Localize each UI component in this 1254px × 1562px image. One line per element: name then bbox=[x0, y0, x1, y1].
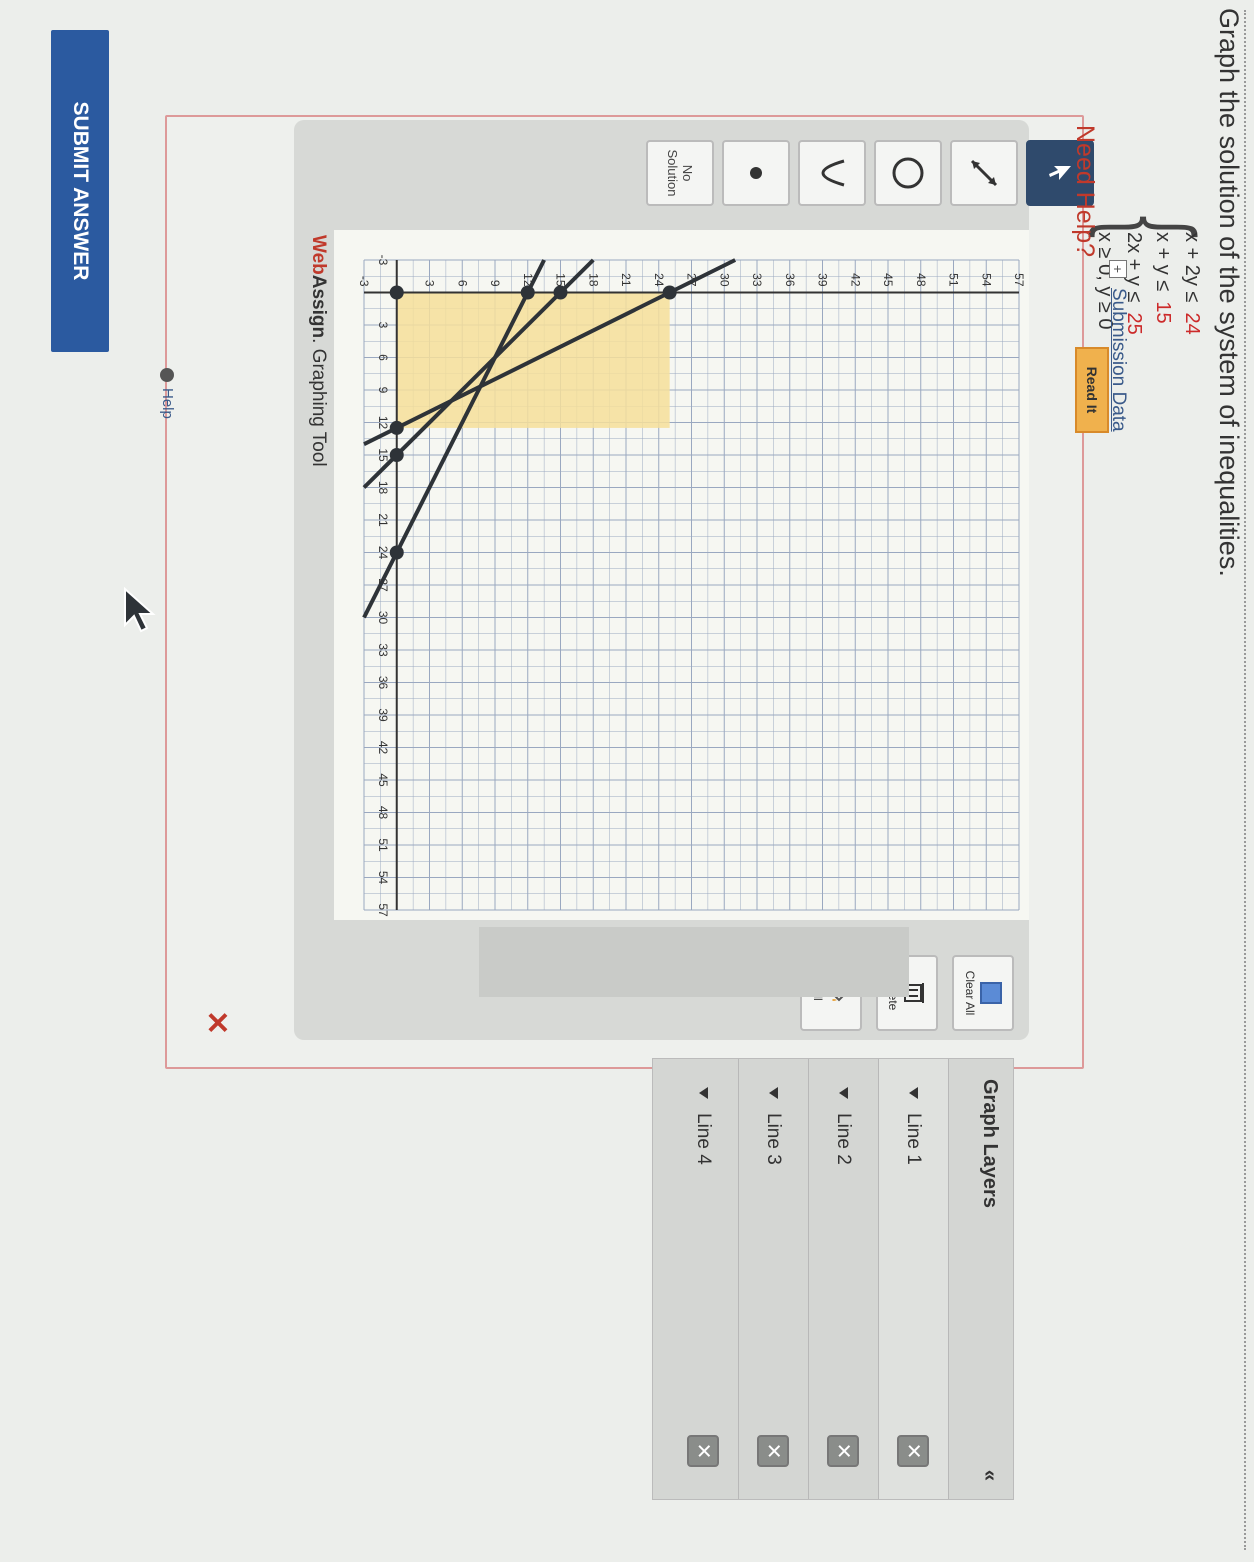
coordinate-graph[interactable]: -336912151821242730333639424548515457-3 3… bbox=[334, 230, 1029, 920]
parabola-tool-button[interactable] bbox=[798, 140, 866, 206]
point-tool-button[interactable] bbox=[722, 140, 790, 206]
y-tick-label: 33 bbox=[750, 273, 764, 287]
plotted-point bbox=[389, 545, 404, 560]
plotted-point bbox=[389, 448, 404, 462]
expand-icon bbox=[769, 1087, 778, 1099]
y-tick-label: 3 bbox=[423, 280, 437, 287]
x-tick-label: 21 bbox=[376, 513, 390, 527]
submission-data-toggle[interactable]: + Submission Data bbox=[1107, 260, 1129, 432]
toolbar-strip bbox=[479, 927, 909, 997]
read-it-button[interactable]: Read It bbox=[1075, 347, 1109, 433]
y-tick-label: 42 bbox=[848, 273, 862, 287]
incorrect-mark-icon: ✕ bbox=[200, 1010, 233, 1036]
page-stage: Graph the solution of the system of ineq… bbox=[0, 0, 1254, 1562]
y-tick-label: 54 bbox=[979, 273, 993, 287]
x-tick-label: 42 bbox=[376, 741, 390, 755]
webassign-brand: WebAssign. Graphing Tool bbox=[308, 235, 329, 467]
help-icon bbox=[160, 368, 175, 382]
y-tick-label: 45 bbox=[881, 273, 895, 287]
x-tick-label: 51 bbox=[376, 838, 390, 852]
inequality-row: x + 2y ≤24 bbox=[1181, 232, 1203, 335]
x-tick-label: 33 bbox=[376, 643, 390, 657]
submit-answer-button[interactable]: SUBMIT ANSWER bbox=[51, 30, 109, 352]
parabola-icon bbox=[821, 159, 845, 187]
y-tick-label: 15 bbox=[554, 273, 568, 287]
y-tick-label: 48 bbox=[914, 273, 928, 287]
remove-layer-button[interactable]: ✕ bbox=[687, 1435, 720, 1467]
x-tick-label: 54 bbox=[376, 871, 390, 885]
y-tick-label: 51 bbox=[947, 273, 961, 287]
expand-plus-icon: + bbox=[1109, 260, 1127, 278]
clear-all-button[interactable]: Clear All bbox=[952, 955, 1014, 1031]
circle-icon bbox=[892, 157, 924, 189]
y-tick-label: 36 bbox=[783, 273, 797, 287]
x-tick-label: 45 bbox=[376, 773, 390, 787]
x-tick-label: 39 bbox=[376, 708, 390, 722]
y-tick-label: 27 bbox=[685, 273, 699, 287]
remove-layer-button[interactable]: ✕ bbox=[757, 1435, 790, 1467]
layer-item[interactable]: Line 3 ✕ bbox=[739, 1059, 809, 1499]
y-tick-label: 57 bbox=[1012, 273, 1026, 287]
y-tick-label: 39 bbox=[816, 273, 830, 287]
collapse-layers-button[interactable]: « bbox=[978, 1470, 1001, 1481]
help-link[interactable]: Help bbox=[159, 368, 176, 419]
remove-layer-button[interactable]: ✕ bbox=[897, 1435, 930, 1467]
y-tick-label: 21 bbox=[619, 273, 633, 287]
x-tick-label: 57 bbox=[376, 903, 390, 917]
expand-icon bbox=[839, 1087, 848, 1099]
question-prompt: Graph the solution of the system of ineq… bbox=[1214, 8, 1244, 577]
no-solution-button[interactable]: No Solution bbox=[646, 140, 714, 206]
x-tick-label: 15 bbox=[376, 448, 390, 462]
line-icon bbox=[970, 159, 998, 187]
inequality-row: x + y ≤15 bbox=[1152, 232, 1174, 324]
x-tick-label: -3 bbox=[376, 255, 390, 266]
y-tick-label: 9 bbox=[488, 280, 502, 287]
layer-item[interactable]: Line 4 ✕ bbox=[669, 1059, 739, 1499]
graph-layers-panel: Graph Layers « Line 1 ✕ Line 2 ✕ Line 3 … bbox=[652, 1058, 1014, 1500]
point-icon bbox=[750, 167, 762, 179]
line-tool-button[interactable] bbox=[950, 140, 1018, 206]
x-tick-label: 6 bbox=[376, 354, 390, 361]
x-tick-label: 36 bbox=[376, 676, 390, 690]
y-tick-label: 18 bbox=[586, 273, 600, 287]
question-divider bbox=[1244, 10, 1246, 1550]
expand-icon bbox=[699, 1087, 708, 1099]
y-tick-label: 12 bbox=[521, 273, 535, 287]
y-tick-label: 24 bbox=[652, 273, 666, 287]
y-tick-label: 30 bbox=[717, 273, 731, 287]
x-tick-label: 27 bbox=[376, 578, 390, 592]
layer-item[interactable]: Line 1 ✕ bbox=[879, 1059, 949, 1499]
layer-item[interactable]: Line 2 ✕ bbox=[809, 1059, 879, 1499]
mouse-cursor-icon bbox=[124, 587, 156, 633]
x-tick-label: 12 bbox=[376, 416, 390, 430]
plotted-point bbox=[520, 285, 535, 300]
x-tick-label: 3 bbox=[376, 322, 390, 329]
expand-icon bbox=[909, 1087, 918, 1099]
graph-layers-title: Graph Layers bbox=[979, 1079, 1001, 1208]
plotted-point bbox=[553, 285, 568, 300]
y-tick-label: -3 bbox=[357, 276, 371, 287]
x-tick-label: 48 bbox=[376, 806, 390, 820]
remove-layer-button[interactable]: ✕ bbox=[827, 1435, 860, 1467]
plotted-point bbox=[662, 285, 677, 300]
x-tick-label: 30 bbox=[376, 611, 390, 625]
plotted-point bbox=[389, 420, 404, 435]
circle-tool-button[interactable] bbox=[874, 140, 942, 206]
plotted-point bbox=[389, 285, 404, 300]
y-tick-label: 6 bbox=[455, 280, 469, 287]
x-tick-label: 9 bbox=[376, 387, 390, 394]
need-help-label: Need Help? bbox=[1071, 125, 1099, 258]
x-tick-label: 24 bbox=[376, 546, 390, 560]
x-tick-label: 18 bbox=[376, 481, 390, 495]
clear-all-icon bbox=[980, 982, 1003, 1004]
